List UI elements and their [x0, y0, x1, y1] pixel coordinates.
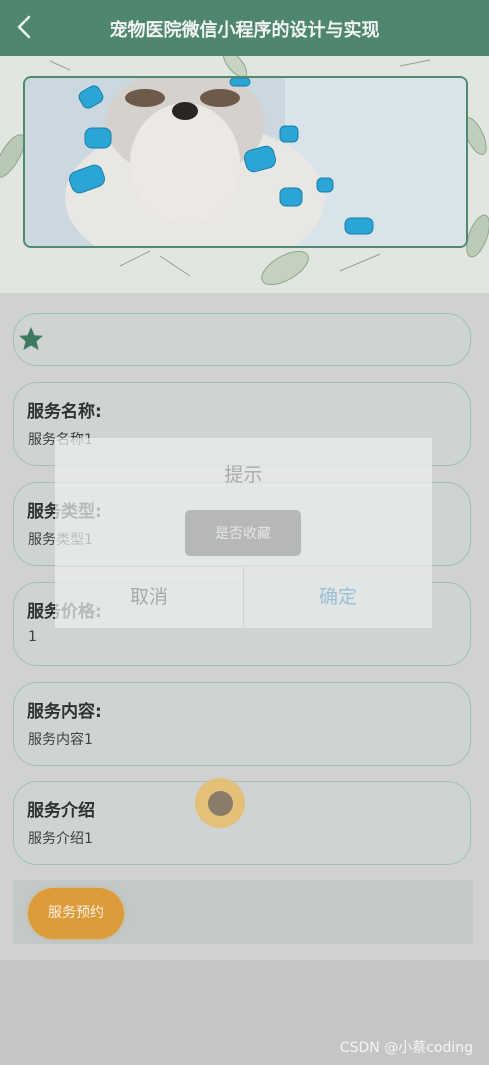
- navigation-bar: 宠物医院微信小程序的设计与实现: [0, 0, 489, 56]
- page-title: 宠物医院微信小程序的设计与实现: [109, 20, 380, 41]
- watermark: CSDN @小蔡coding: [339, 1040, 473, 1056]
- touch-indicator-dot: [208, 791, 233, 816]
- banner-section: [0, 56, 489, 293]
- dialog-confirm-button[interactable]: 确定: [244, 566, 432, 628]
- confirm-dialog: 提示 是否收藏 取消 确定: [55, 438, 432, 628]
- dialog-cancel-button[interactable]: 取消: [55, 566, 243, 628]
- service-intro-value: 服务介绍1: [28, 831, 93, 847]
- star-icon[interactable]: [18, 326, 44, 352]
- service-intro-label: 服务介绍: [27, 801, 95, 821]
- back-icon[interactable]: [14, 14, 36, 40]
- dialog-message: 是否收藏: [215, 526, 271, 542]
- dialog-message-box: 是否收藏: [185, 510, 301, 556]
- service-name-label: 服务名称:: [27, 402, 102, 422]
- service-content-value: 服务内容1: [28, 732, 93, 748]
- favorite-card[interactable]: [13, 313, 471, 366]
- dialog-title: 提示: [224, 464, 263, 486]
- dog-photo: [25, 78, 466, 246]
- banner-image-frame: [23, 76, 468, 248]
- service-content-card: 服务内容: 服务内容1: [13, 682, 471, 766]
- service-price-value: 1: [28, 629, 37, 645]
- book-service-button[interactable]: 服务预约: [28, 888, 124, 939]
- service-content-label: 服务内容:: [27, 702, 102, 722]
